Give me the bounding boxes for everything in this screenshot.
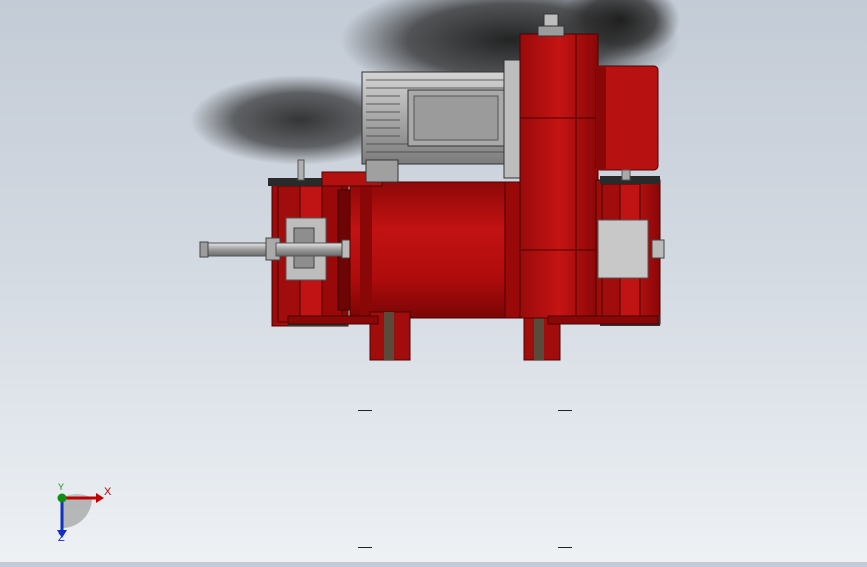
triad-z-label: Z: [58, 532, 65, 544]
model-viewport[interactable]: [0, 0, 867, 562]
electric-motor[interactable]: [361, 59, 525, 183]
dimension-dash: [558, 410, 572, 411]
right-wheel-assembly[interactable]: [595, 169, 665, 326]
triad-x-label: X: [104, 486, 112, 498]
triad-y-label: Y: [58, 482, 65, 492]
dimension-dash: [558, 547, 572, 548]
coordinate-triad: X Y Z: [48, 480, 118, 550]
dimension-dash: [358, 547, 372, 548]
trolley-model[interactable]: [0, 0, 867, 562]
dimension-dash: [358, 410, 372, 411]
